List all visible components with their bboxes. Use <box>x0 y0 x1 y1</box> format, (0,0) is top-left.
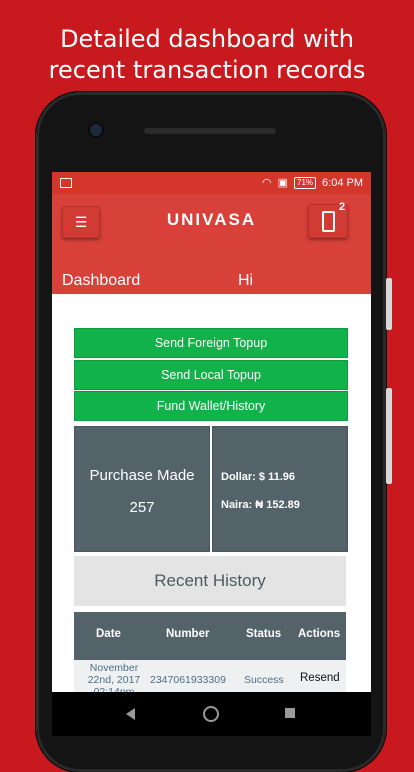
naira-balance: Naira: ₦ 152.89 <box>221 499 300 511</box>
app-screen: ◠ ▣ 71% 6:04 PM ☰ UNIVASA 2 Dashboard Hi… <box>52 172 371 692</box>
promo-caption: Detailed dashboard with recent transacti… <box>0 24 414 86</box>
power-button <box>386 278 392 330</box>
volume-button <box>386 388 392 484</box>
nfc-icon: ▣ <box>277 177 289 189</box>
balance-card: Dollar: $ 11.96 Naira: ₦ 152.89 <box>212 426 348 552</box>
purchase-count: 257 <box>129 499 155 516</box>
promo-line-2: recent transaction records <box>48 56 366 84</box>
camera-icon <box>90 124 102 136</box>
phone-button[interactable]: 2 <box>308 201 348 238</box>
phone-icon <box>322 211 335 232</box>
column-actions: Actions <box>298 628 341 640</box>
main-content: Send Foreign Topup Send Local Topup Fund… <box>52 294 371 692</box>
image-icon <box>60 178 72 188</box>
column-status: Status <box>246 628 282 640</box>
speaker-grille <box>144 128 276 134</box>
status-time: 6:04 PM <box>322 176 363 189</box>
notification-badge: 2 <box>339 201 346 213</box>
dashboard-label: Dashboard <box>62 272 141 289</box>
app-bar: ☰ UNIVASA 2 Dashboard Hi <box>52 194 371 294</box>
row-status: Success <box>244 674 284 686</box>
status-right: ◠ ▣ 71% 6:04 PM <box>262 176 363 189</box>
greeting-label: Hi <box>238 272 254 289</box>
status-bar: ◠ ▣ 71% 6:04 PM <box>52 172 371 194</box>
purchase-title: Purchase Made <box>89 467 195 484</box>
home-icon[interactable] <box>203 706 219 722</box>
send-foreign-topup-button[interactable]: Send Foreign Topup <box>74 328 348 358</box>
column-number: Number <box>166 628 210 640</box>
row-date: November 22nd, 2017 02:14pm <box>87 662 141 692</box>
dollar-balance: Dollar: $ 11.96 <box>221 471 295 483</box>
row-number: 2347061933309 <box>150 674 226 686</box>
recent-history-title: Recent History <box>74 556 346 606</box>
wifi-icon: ◠ <box>262 177 272 189</box>
send-local-topup-button[interactable]: Send Local Topup <box>74 360 348 390</box>
navigation-bar <box>52 692 371 736</box>
promo-line-1: Detailed dashboard with <box>60 25 354 53</box>
column-date: Date <box>96 628 121 640</box>
fund-wallet-button[interactable]: Fund Wallet/History <box>74 391 348 421</box>
resend-button[interactable]: Resend <box>300 672 340 684</box>
recents-icon[interactable] <box>285 708 295 718</box>
back-icon[interactable] <box>126 708 135 720</box>
battery-icon: 71% <box>294 176 317 189</box>
table-row: November 22nd, 2017 02:14pm 234706193330… <box>74 660 346 692</box>
table-header: Date Number Status Actions <box>74 612 346 660</box>
purchase-card: Purchase Made 257 <box>74 426 210 552</box>
